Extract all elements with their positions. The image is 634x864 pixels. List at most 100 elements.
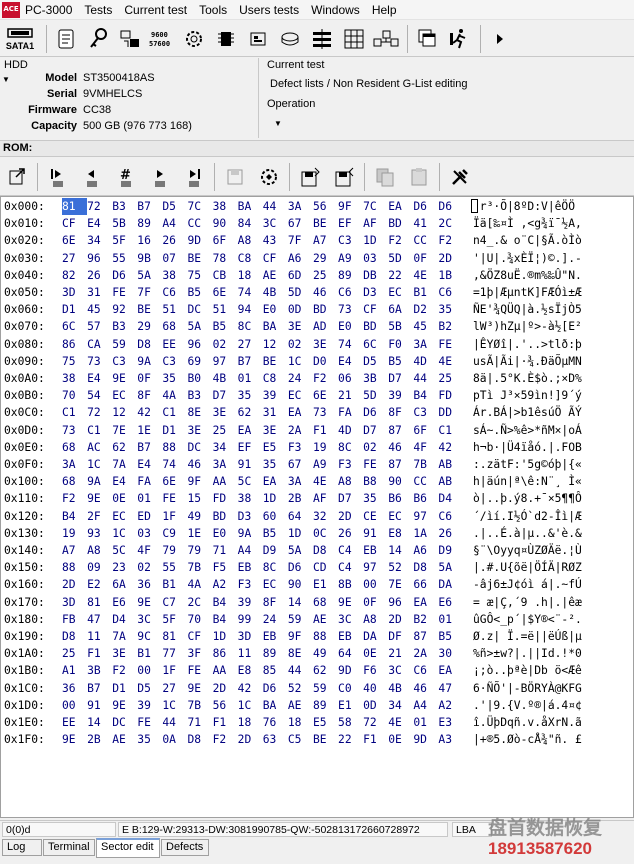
network-button[interactable] (371, 23, 401, 55)
hex-byte[interactable]: 11 (87, 628, 112, 645)
hex-byte[interactable]: 4E (413, 267, 438, 284)
hex-byte[interactable]: 35 (137, 731, 162, 748)
hex-byte[interactable]: CA (87, 336, 112, 353)
hex-byte[interactable]: DB (363, 267, 388, 284)
hex-byte[interactable]: 56 (313, 198, 338, 215)
hex-byte[interactable]: BA (238, 198, 263, 215)
hex-byte[interactable]: DA (438, 576, 463, 593)
hex-byte[interactable]: D3 (363, 284, 388, 301)
hex-byte[interactable]: 35 (363, 490, 388, 507)
hex-byte[interactable]: EB (363, 542, 388, 559)
hex-byte[interactable]: CF (363, 301, 388, 318)
hex-byte[interactable]: FE (162, 490, 187, 507)
hex-byte[interactable]: 27 (238, 336, 263, 353)
hex-byte[interactable]: C1 (62, 404, 87, 421)
hex-byte[interactable]: 3A (62, 456, 87, 473)
hex-byte[interactable]: 14 (288, 594, 313, 611)
hex-byte[interactable]: EA (263, 473, 288, 490)
hex-byte[interactable]: A6 (413, 542, 438, 559)
hex-byte[interactable]: 46 (388, 439, 413, 456)
hex-byte[interactable]: 8C (263, 559, 288, 576)
hex-byte[interactable]: C3 (112, 353, 137, 370)
hex-byte[interactable]: 8B (338, 576, 363, 593)
menu-users-tests[interactable]: Users tests (233, 0, 305, 20)
hex-byte[interactable]: E4 (338, 353, 363, 370)
hex-byte[interactable]: AA (213, 662, 238, 679)
hex-byte[interactable]: F6 (363, 662, 388, 679)
hex-byte[interactable]: 77 (162, 645, 187, 662)
hex-byte[interactable]: BE (313, 731, 338, 748)
hex-byte[interactable]: AE (112, 731, 137, 748)
hex-byte[interactable]: 18 (288, 714, 313, 731)
hex-byte[interactable]: 9E (112, 697, 137, 714)
hex-byte[interactable]: 74 (238, 284, 263, 301)
hex-byte[interactable]: B4 (62, 508, 87, 525)
hex-byte[interactable]: 0D (288, 301, 313, 318)
hex-byte[interactable]: 9A (137, 353, 162, 370)
hex-byte[interactable]: 70 (187, 611, 212, 628)
hex-byte[interactable]: EB (263, 628, 288, 645)
hex-byte[interactable]: EC (388, 284, 413, 301)
hex-byte[interactable]: DC (187, 439, 212, 456)
hex-byte[interactable]: A7 (313, 232, 338, 249)
hex-editor-view[interactable]: 0x000: 81 72 B3 B7 D5 7C 38 BA 44 3A 56 9F 7C EA D6 D6 r… (0, 196, 634, 818)
hex-byte[interactable]: 6A (112, 576, 137, 593)
hex-byte[interactable]: 96 (87, 250, 112, 267)
hex-byte[interactable]: 22 (388, 267, 413, 284)
hex-byte[interactable]: D1 (62, 301, 87, 318)
hex-byte[interactable]: A8 (238, 232, 263, 249)
hex-byte[interactable]: 9D (338, 662, 363, 679)
hex-byte[interactable]: 97 (213, 353, 238, 370)
hex-byte[interactable]: 25 (438, 370, 463, 387)
hex-byte[interactable]: B7 (238, 353, 263, 370)
hex-byte[interactable]: 55 (112, 250, 137, 267)
hex-byte[interactable]: D7 (338, 490, 363, 507)
hex-byte[interactable]: F5 (213, 559, 238, 576)
hex-byte[interactable]: C0 (338, 680, 363, 697)
hex-byte[interactable]: 4B (263, 284, 288, 301)
hex-byte[interactable]: 0C (313, 525, 338, 542)
hex-byte[interactable]: 2F (87, 508, 112, 525)
hex-byte[interactable]: 14 (388, 542, 413, 559)
hex-byte[interactable]: 88 (62, 559, 87, 576)
hex-byte[interactable]: 9F (338, 198, 363, 215)
hex-byte[interactable]: ED (137, 508, 162, 525)
hex-byte[interactable]: 34 (213, 439, 238, 456)
hex-byte[interactable]: CF (62, 215, 87, 232)
hex-byte[interactable]: 9E (338, 594, 363, 611)
hex-byte[interactable]: 32 (313, 508, 338, 525)
hex-byte[interactable]: 9C (137, 628, 162, 645)
hex-byte[interactable]: 93 (87, 525, 112, 542)
hex-byte[interactable]: 57 (87, 318, 112, 335)
hex-byte[interactable]: 42 (137, 404, 162, 421)
hex-byte[interactable]: 26 (87, 267, 112, 284)
hex-byte[interactable]: D8 (137, 336, 162, 353)
hex-byte[interactable]: 90 (388, 473, 413, 490)
hex-byte[interactable]: 67 (288, 215, 313, 232)
hex-byte[interactable]: 42 (238, 680, 263, 697)
hex-byte[interactable]: 25 (313, 267, 338, 284)
hex-byte[interactable]: 7F (137, 284, 162, 301)
hex-byte[interactable]: A4 (162, 215, 187, 232)
hex-byte[interactable]: F3 (238, 576, 263, 593)
hex-byte[interactable]: 78 (213, 250, 238, 267)
hex-byte[interactable]: 5F (112, 232, 137, 249)
hex-byte[interactable]: 39 (137, 697, 162, 714)
hex-byte[interactable]: E6 (112, 594, 137, 611)
menu-current-test[interactable]: Current test (118, 0, 193, 20)
hex-byte[interactable]: 39 (263, 387, 288, 404)
refresh-button[interactable] (252, 162, 286, 192)
hex-byte[interactable]: 46 (187, 456, 212, 473)
hex-byte[interactable]: 1F (162, 508, 187, 525)
hex-byte[interactable]: 7E (388, 576, 413, 593)
hex-byte[interactable]: F1 (213, 714, 238, 731)
hex-byte[interactable]: 1F (162, 662, 187, 679)
hex-byte[interactable]: C4 (338, 542, 363, 559)
flash-button[interactable] (115, 23, 145, 55)
hex-byte[interactable]: D5 (363, 353, 388, 370)
hex-byte[interactable]: 97 (363, 559, 388, 576)
hex-byte[interactable]: A7 (62, 542, 87, 559)
hex-byte[interactable]: 4D (413, 353, 438, 370)
hex-byte[interactable]: 01 (438, 611, 463, 628)
hex-byte[interactable]: 8F (137, 387, 162, 404)
